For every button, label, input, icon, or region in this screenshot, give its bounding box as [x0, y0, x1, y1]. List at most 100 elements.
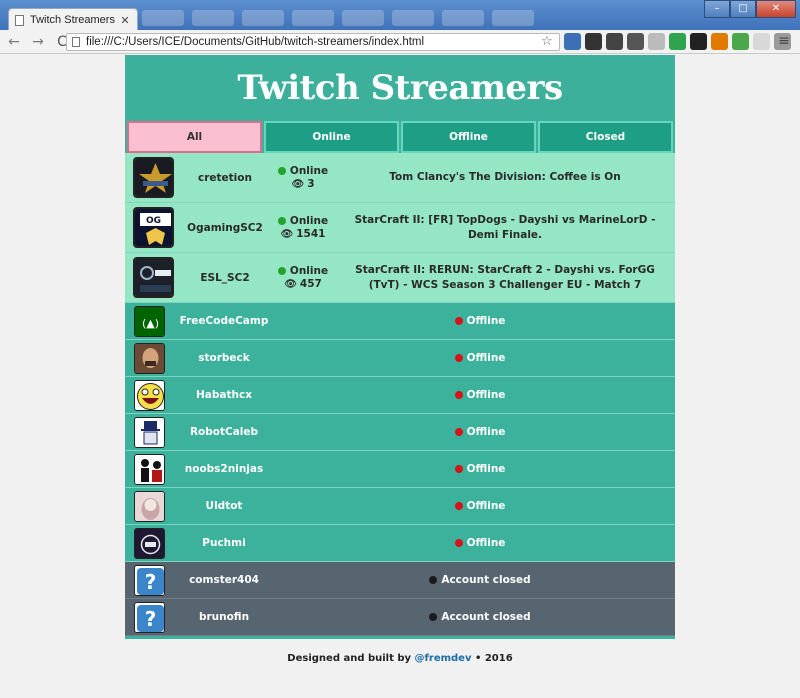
footer-suffix: • 2016: [474, 653, 513, 664]
status-text: Offline: [375, 426, 585, 438]
author-link[interactable]: @fremdev: [415, 653, 472, 664]
offline-dot-icon: [454, 539, 463, 547]
question-mark-icon: ?: [134, 601, 165, 633]
streamer-row-offline[interactable]: RobotCaleb Offline: [125, 414, 675, 451]
online-dot-icon: [277, 267, 286, 275]
status-text: Offline: [375, 315, 585, 327]
status-text: Account closed: [375, 574, 585, 586]
status-text: Offline: [375, 500, 585, 512]
extension-dots-icon[interactable]: [606, 33, 623, 50]
status-text: Offline: [375, 537, 585, 549]
url-text[interactable]: file:///C:/Users/ICE/Documents/GitHub/tw…: [86, 36, 424, 48]
streamer-row-online[interactable]: OG OgamingSC2 Online 👁 1541 StarCraft II:…: [125, 203, 675, 253]
footer-prefix: Designed and built by: [287, 653, 412, 664]
streamer-row-closed[interactable]: ? comster404 Account closed: [125, 562, 675, 599]
address-bar[interactable]: file:///C:/Users/ICE/Documents/GitHub/tw…: [66, 33, 560, 51]
streamer-row-offline[interactable]: (▲) FreeCodeCamp Offline: [125, 303, 675, 340]
streamer-name[interactable]: cretetion: [177, 172, 273, 184]
extension-eye-icon[interactable]: [627, 33, 644, 50]
offline-dot-icon: [454, 317, 463, 325]
status-column: Online 👁 3: [273, 165, 333, 190]
stream-title[interactable]: StarCraft II: RERUN: StarCraft 2 - Daysh…: [335, 263, 675, 293]
status-column: Online 👁 457: [273, 265, 333, 290]
page-viewport: Twitch Streamers All Online Offline Clos…: [0, 55, 800, 698]
stream-title[interactable]: StarCraft II: [FR] TopDogs - Dayshi vs M…: [335, 213, 675, 243]
streamer-name[interactable]: OgamingSC2: [177, 222, 273, 234]
file-icon: [72, 37, 80, 47]
page-footer: Designed and built by @fremdev • 2016: [0, 653, 800, 664]
back-button[interactable]: ←: [4, 32, 24, 52]
window-controls: – □ ✕: [704, 0, 796, 18]
offline-dot-icon: [454, 502, 463, 510]
filter-all-button[interactable]: All: [127, 121, 262, 153]
filter-online-button[interactable]: Online: [264, 121, 399, 153]
close-window-button[interactable]: ✕: [756, 0, 796, 18]
streamer-name[interactable]: noobs2ninjas: [177, 463, 271, 475]
streamer-row-offline[interactable]: storbeck Offline: [125, 340, 675, 377]
streamer-name[interactable]: storbeck: [177, 352, 271, 364]
bookmark-star-icon[interactable]: ☆: [541, 34, 553, 49]
streamer-avatar: [134, 416, 165, 448]
streamer-name[interactable]: Habathcx: [177, 389, 271, 401]
stream-title[interactable]: Tom Clancy's The Division: Coffee is On: [335, 170, 675, 185]
browser-titlebar: Twitch Streamers ✕ – □ ✕: [0, 0, 800, 31]
streamer-name[interactable]: Uldtot: [177, 500, 271, 512]
browser-toolbar: ← → C file:///C:/Users/ICE/Documents/Git…: [0, 30, 800, 54]
extension-m-icon[interactable]: [690, 33, 707, 50]
streamer-row-offline[interactable]: Uldtot Offline: [125, 488, 675, 525]
streamer-avatar: [134, 379, 165, 411]
page-title: Twitch Streamers: [237, 68, 563, 108]
status-text: Account closed: [375, 611, 585, 623]
streamer-row-online[interactable]: ESL_SC2 Online 👁 457 StarCraft II: RERUN:…: [125, 253, 675, 303]
streamer-row-offline[interactable]: noobs2ninjas Offline: [125, 451, 675, 488]
eye-icon: 👁: [280, 228, 294, 240]
extension-circle-icon[interactable]: [585, 33, 602, 50]
streamer-name[interactable]: RobotCaleb: [177, 426, 271, 438]
streamer-list: cretetion Online 👁 3 Tom Clancy's The Div…: [125, 153, 675, 636]
page-icon: [15, 14, 24, 26]
extension-grammarly-icon[interactable]: [669, 33, 686, 50]
filter-closed-button[interactable]: Closed: [538, 121, 673, 153]
online-dot-icon: [277, 217, 286, 225]
streamer-avatar: [133, 157, 174, 198]
forward-button[interactable]: →: [28, 32, 48, 52]
streamer-avatar: OG: [133, 207, 174, 248]
viewer-count: 3: [307, 178, 315, 190]
eye-icon: 👁: [291, 178, 305, 190]
closed-dot-icon: [429, 613, 438, 621]
status-text: Offline: [375, 352, 585, 364]
streamer-avatar: [134, 490, 165, 522]
streamer-avatar: [134, 342, 165, 374]
tab-close-icon[interactable]: ✕: [119, 14, 131, 27]
streamer-name[interactable]: comster404: [177, 574, 271, 586]
extension-sun-icon[interactable]: [711, 33, 728, 50]
extension-clover-icon[interactable]: [732, 33, 749, 50]
streamer-row-offline[interactable]: Puchmi Offline: [125, 525, 675, 562]
extension-leaf-icon[interactable]: [648, 33, 665, 50]
streamer-row-closed[interactable]: ? brunofin Account closed: [125, 599, 675, 636]
status-text: Offline: [375, 389, 585, 401]
maximize-button[interactable]: □: [730, 0, 756, 18]
streamer-avatar: [134, 527, 165, 559]
extension-screen-icon[interactable]: [564, 33, 581, 50]
streamer-name[interactable]: Puchmi: [177, 537, 271, 549]
streamer-avatar: [134, 453, 165, 485]
browser-menu-icon[interactable]: ≡: [776, 33, 792, 50]
extension-grid-icon[interactable]: [753, 33, 770, 50]
online-dot-icon: [277, 167, 286, 175]
streamer-name[interactable]: FreeCodeCamp: [177, 315, 271, 327]
offline-dot-icon: [454, 354, 463, 362]
status-text: Online: [289, 165, 329, 177]
closed-dot-icon: [429, 576, 438, 584]
svg-text:?: ?: [145, 570, 157, 594]
status-text: Offline: [375, 463, 585, 475]
streamer-name[interactable]: ESL_SC2: [177, 272, 273, 284]
minimize-button[interactable]: –: [704, 0, 730, 18]
streamer-row-online[interactable]: cretetion Online 👁 3 Tom Clancy's The Div…: [125, 153, 675, 203]
browser-tab[interactable]: Twitch Streamers ✕: [8, 8, 138, 31]
filter-offline-button[interactable]: Offline: [401, 121, 536, 153]
streamer-name[interactable]: brunofin: [177, 611, 271, 623]
eye-icon: 👁: [284, 278, 297, 290]
streamer-row-offline[interactable]: Habathcx Offline: [125, 377, 675, 414]
offline-dot-icon: [454, 428, 463, 436]
